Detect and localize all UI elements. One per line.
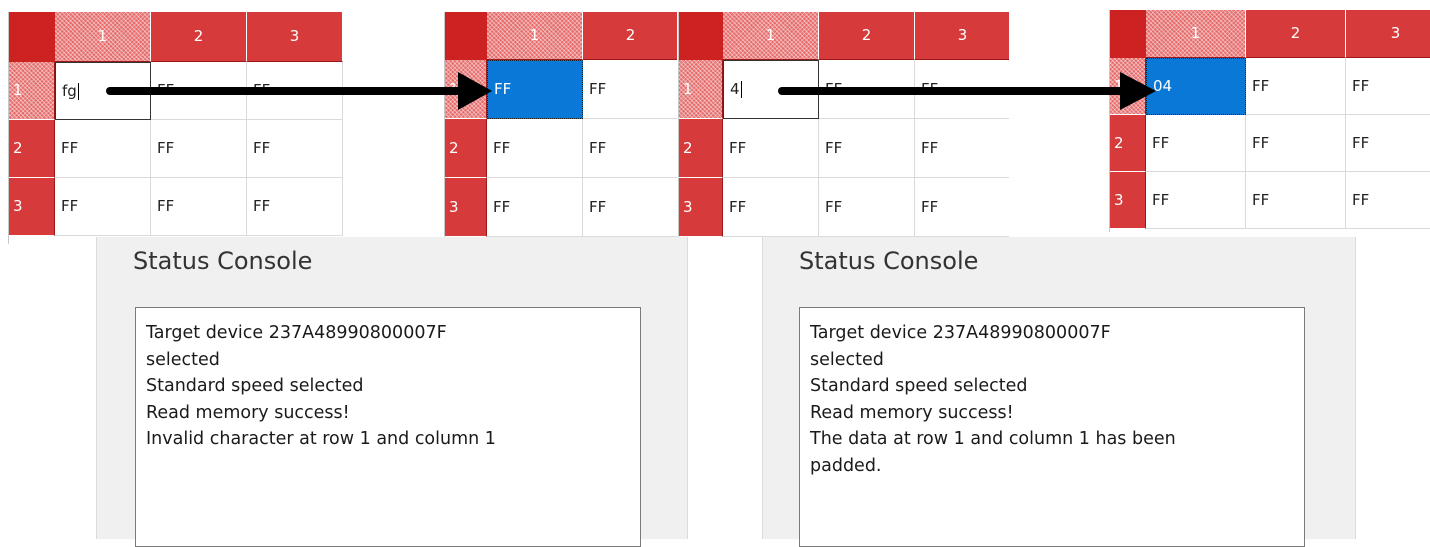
arrow-right-icon [778,72,1156,110]
arrow-right-icon [106,72,492,110]
transition-arrows [106,72,1156,110]
